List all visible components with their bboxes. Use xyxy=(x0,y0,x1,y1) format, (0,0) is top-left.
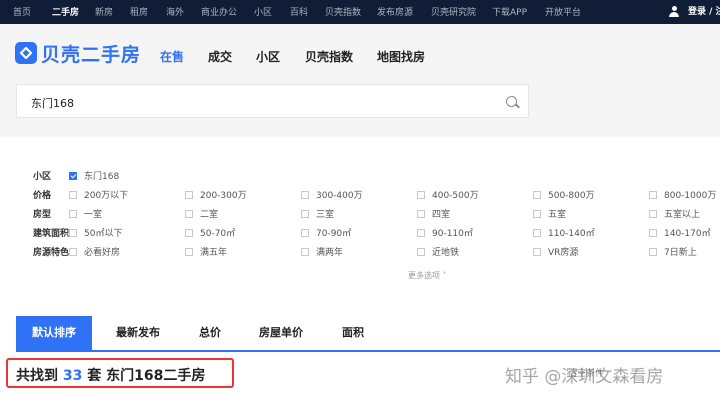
filter-option[interactable]: 近地铁 xyxy=(417,245,459,258)
filter-option[interactable]: 东门168 xyxy=(69,169,119,182)
logo-icon[interactable] xyxy=(15,42,37,64)
result-count: 共找到 33 套 东门168二手房 xyxy=(6,358,234,388)
filter-option[interactable]: 300-400万 xyxy=(301,188,363,201)
filter-panel: 小区 东门168 价格 200万以下 200-300万 300-400万 400… xyxy=(16,155,720,295)
more-options-toggle[interactable]: 更多选项 ˅ xyxy=(408,270,447,281)
filter-option[interactable]: 四室 xyxy=(417,207,450,220)
search-input[interactable]: 东门168 xyxy=(16,84,529,118)
tab-sold[interactable]: 成交 xyxy=(208,48,232,65)
user-icon[interactable] xyxy=(669,6,679,17)
filter-row-price: 价格 200万以下 200-300万 300-400万 400-500万 500… xyxy=(16,186,720,204)
filter-option[interactable]: 90-110㎡ xyxy=(417,226,473,239)
topnav-item-rent[interactable]: 租房 xyxy=(130,5,148,18)
topnav-item-overseas[interactable]: 海外 xyxy=(166,5,184,18)
topnav-item-publish[interactable]: 发布房源 xyxy=(377,5,413,18)
topnav-item-app[interactable]: 下载APP xyxy=(492,5,527,18)
filter-option[interactable]: 五室 xyxy=(533,207,566,220)
filter-option[interactable]: 满两年 xyxy=(301,245,343,258)
topnav-item-platform[interactable]: 开放平台 xyxy=(545,5,581,18)
search-value: 东门168 xyxy=(31,97,74,110)
top-nav: 首页 二手房 新房 租房 海外 商业办公 小区 百科 贝壳指数 发布房源 贝壳研… xyxy=(0,0,720,24)
sort-bar: 默认排序 最新发布 总价 房屋单价 面积 xyxy=(16,316,720,352)
filter-option[interactable]: 70-90㎡ xyxy=(301,226,351,239)
filter-label: 房型 xyxy=(33,210,52,220)
filter-option[interactable]: 800-1000万 xyxy=(649,188,716,201)
sort-newest[interactable]: 最新发布 xyxy=(116,316,160,350)
filter-option[interactable]: 400-500万 xyxy=(417,188,479,201)
topnav-item-index[interactable]: 贝壳指数 xyxy=(325,5,361,18)
login-link[interactable]: 登录 / 注 xyxy=(688,4,720,17)
filter-option[interactable]: 140-170㎡ xyxy=(649,226,711,239)
filter-option[interactable]: 110-140㎡ xyxy=(533,226,595,239)
result-number: 33 xyxy=(62,368,83,384)
topnav-item-commercial[interactable]: 商业办公 xyxy=(201,5,237,18)
filter-option[interactable]: 200-300万 xyxy=(185,188,247,201)
logo-text[interactable]: 贝壳二手房 xyxy=(41,40,141,67)
filter-option[interactable]: 7日新上 xyxy=(649,245,697,258)
search-icon[interactable] xyxy=(506,96,517,107)
filter-option[interactable]: 500-800万 xyxy=(533,188,595,201)
sort-area[interactable]: 面积 xyxy=(342,316,364,350)
topnav-item-community[interactable]: 小区 xyxy=(254,5,272,18)
filter-option[interactable]: 200万以下 xyxy=(69,188,128,201)
filter-option[interactable]: 必看好房 xyxy=(69,245,120,258)
tab-community[interactable]: 小区 xyxy=(256,48,280,65)
topnav-item-secondhand[interactable]: 二手房 xyxy=(52,5,79,18)
checkbox-checked-icon[interactable] xyxy=(69,172,77,180)
filter-option[interactable]: 五室以上 xyxy=(649,207,700,220)
filter-row-features: 房源特色 必看好房 满五年 满两年 近地铁 VR房源 7日新上 xyxy=(16,243,720,261)
tab-on-sale[interactable]: 在售 xyxy=(160,48,184,65)
topnav-item-wiki[interactable]: 百科 xyxy=(290,5,308,18)
filter-option[interactable]: 满五年 xyxy=(185,245,227,258)
filter-row-area: 建筑面积 50㎡以下 50-70㎡ 70-90㎡ 90-110㎡ 110-140… xyxy=(16,224,720,242)
sort-default[interactable]: 默认排序 xyxy=(16,316,92,350)
topnav-item-new[interactable]: 新房 xyxy=(95,5,113,18)
tab-index[interactable]: 贝壳指数 xyxy=(305,48,353,65)
filter-row-layout: 房型 一室 二室 三室 四室 五室 五室以上 xyxy=(16,205,720,223)
filter-option[interactable]: 50㎡以下 xyxy=(69,226,122,239)
filter-label: 建筑面积 xyxy=(33,229,70,239)
filter-option[interactable]: 50-70㎡ xyxy=(185,226,235,239)
topnav-item-home[interactable]: 首页 xyxy=(13,5,31,18)
tab-map-search[interactable]: 地图找房 xyxy=(377,48,425,65)
result-text: 共找到 33 套 东门168二手房 xyxy=(16,368,206,384)
filter-option[interactable]: 三室 xyxy=(301,207,334,220)
filter-label: 价格 xyxy=(33,191,52,201)
filter-option[interactable]: VR房源 xyxy=(533,245,578,258)
filter-label: 小区 xyxy=(33,172,52,182)
filter-row-community: 小区 东门168 xyxy=(16,167,720,185)
filter-option[interactable]: 一室 xyxy=(69,207,102,220)
filter-label: 房源特色 xyxy=(33,248,70,258)
sort-unit-price[interactable]: 房屋单价 xyxy=(259,316,303,350)
topnav-item-research[interactable]: 贝壳研究院 xyxy=(431,5,476,18)
sort-total-price[interactable]: 总价 xyxy=(199,316,221,350)
watermark: 知乎 @深圳文森看房 xyxy=(505,367,664,387)
filter-option[interactable]: 二室 xyxy=(185,207,218,220)
